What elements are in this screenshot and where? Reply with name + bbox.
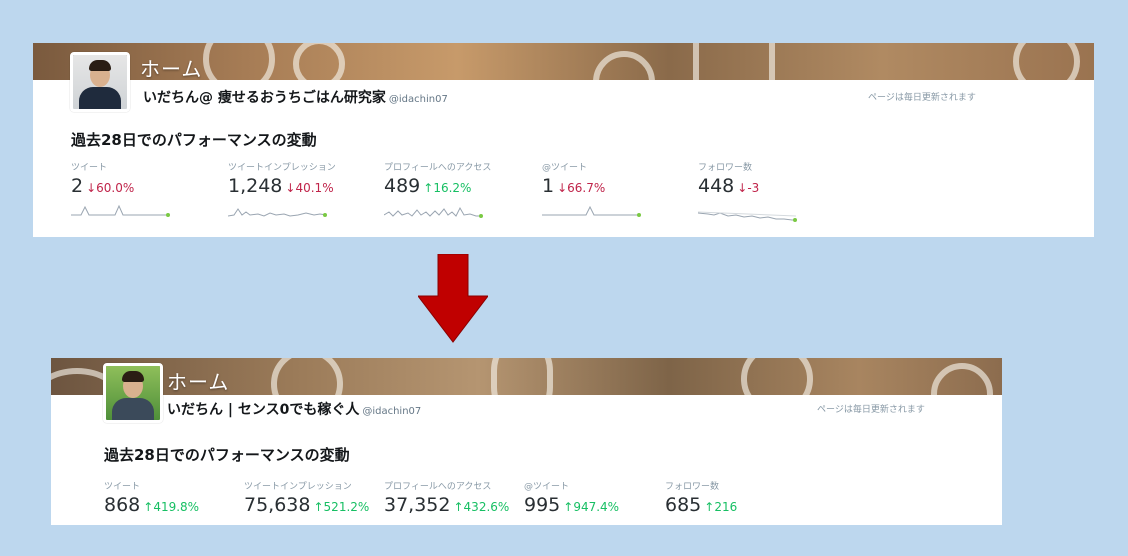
- metric-change: 66.7%: [567, 181, 606, 195]
- analytics-panel-before: ホーム いだちん@ 痩せるおうちごはん研究家 @idachin07 ページは毎日更…: [33, 43, 1094, 237]
- banner-decoration: [593, 51, 655, 80]
- metric-label: ツイート: [104, 482, 141, 492]
- down-arrow-icon: [418, 254, 488, 343]
- sparkline-tweets: [71, 204, 170, 217]
- metric-label: ツイートインプレッション: [228, 163, 336, 173]
- banner-decoration: [693, 43, 775, 80]
- metric-value: 868: [104, 494, 141, 516]
- metric-followers: フォロワー数 685 ↑216: [665, 479, 737, 516]
- banner-decoration: [491, 358, 553, 395]
- metric-mentions: @ツイート 995 ↑947.4%: [524, 479, 619, 516]
- metric-label: ツイートインプレッション: [244, 482, 352, 492]
- metric-value: 1: [542, 175, 555, 197]
- metric-label: フォロワー数: [665, 482, 720, 492]
- metric-value: 2: [71, 175, 84, 197]
- metric-impressions: ツイートインプレッション 1,248 ↓40.1%: [228, 160, 336, 197]
- up-arrow-icon: ↑: [423, 181, 434, 195]
- banner-decoration: [293, 43, 345, 80]
- handle: @idachin07: [362, 406, 422, 417]
- up-arrow-icon: ↑: [313, 500, 324, 514]
- banner-decoration: [203, 43, 275, 80]
- page-title: ホーム: [167, 370, 230, 394]
- metric-change: 947.4%: [573, 500, 620, 514]
- profile-name: いだちん@ 痩せるおうちごはん研究家 @idachin07: [143, 87, 448, 107]
- banner-decoration: [271, 358, 343, 395]
- handle: @idachin07: [388, 94, 448, 105]
- metric-change: -3: [747, 181, 760, 195]
- metric-value: 685: [665, 494, 702, 516]
- metric-change: 40.1%: [295, 181, 334, 195]
- metric-label: プロフィールへのアクセス: [384, 482, 492, 492]
- display-name: いだちん | センス0でも稼ぐ人: [167, 402, 360, 418]
- avatar[interactable]: [70, 52, 130, 112]
- down-arrow-icon: ↓: [285, 181, 296, 195]
- page-title: ホーム: [140, 57, 203, 81]
- sparkline-mentions: [542, 205, 641, 217]
- sparkline-impressions: [228, 208, 327, 217]
- metric-value: 75,638: [244, 494, 311, 516]
- banner-decoration: [741, 358, 813, 395]
- metric-impressions: ツイートインプレッション 75,638 ↑521.2%: [244, 479, 369, 516]
- banner-decoration: [931, 363, 993, 395]
- metric-value: 448: [698, 175, 735, 197]
- metric-tweets: ツイート 868 ↑419.8%: [104, 479, 199, 516]
- display-name: いだちん@ 痩せるおうちごはん研究家: [143, 90, 386, 106]
- down-arrow-icon: ↓: [86, 181, 97, 195]
- metric-change: 60.0%: [96, 181, 135, 195]
- metric-label: プロフィールへのアクセス: [384, 163, 492, 173]
- banner-decoration: [1013, 43, 1080, 80]
- metric-label: @ツイート: [542, 163, 588, 173]
- metric-profile-visits: プロフィールへのアクセス 37,352 ↑432.6%: [384, 479, 509, 516]
- down-arrow-icon: ↓: [737, 181, 748, 195]
- metric-label: フォロワー数: [698, 163, 753, 173]
- avatar[interactable]: [103, 363, 163, 423]
- metric-change: 419.8%: [153, 500, 200, 514]
- section-title: 過去28日でのパフォーマンスの変動: [71, 131, 317, 149]
- metric-value: 1,248: [228, 175, 283, 197]
- down-arrow-icon: ↓: [557, 181, 568, 195]
- up-arrow-icon: ↑: [143, 500, 154, 514]
- metric-followers: フォロワー数 448 ↓-3: [698, 160, 759, 197]
- metric-value: 489: [384, 175, 421, 197]
- metric-profile-visits: プロフィールへのアクセス 489 ↑16.2%: [384, 160, 491, 197]
- sparkline-profile-visits: [384, 206, 483, 218]
- metric-value: 995: [524, 494, 561, 516]
- profile-name: いだちん | センス0でも稼ぐ人 @idachin07: [167, 399, 421, 419]
- sparkline-followers: [698, 211, 797, 222]
- metric-change: 432.6%: [463, 500, 510, 514]
- analytics-panel-after: ホーム いだちん | センス0でも稼ぐ人 @idachin07 ページは毎日更新さ…: [51, 358, 1002, 525]
- metric-change: 521.2%: [323, 500, 370, 514]
- update-note: ページは毎日更新されます: [868, 93, 976, 103]
- metric-label: ツイート: [71, 163, 108, 173]
- metric-value: 37,352: [384, 494, 451, 516]
- metric-change: 216: [714, 500, 738, 514]
- up-arrow-icon: ↑: [453, 500, 464, 514]
- metric-tweets: ツイート 2 ↓60.0%: [71, 160, 134, 197]
- up-arrow-icon: ↑: [563, 500, 574, 514]
- section-title: 過去28日でのパフォーマンスの変動: [104, 446, 350, 464]
- metric-label: @ツイート: [524, 482, 570, 492]
- metric-change: 16.2%: [433, 181, 472, 195]
- up-arrow-icon: ↑: [704, 500, 715, 514]
- metric-mentions: @ツイート 1 ↓66.7%: [542, 160, 605, 197]
- update-note: ページは毎日更新されます: [817, 405, 925, 415]
